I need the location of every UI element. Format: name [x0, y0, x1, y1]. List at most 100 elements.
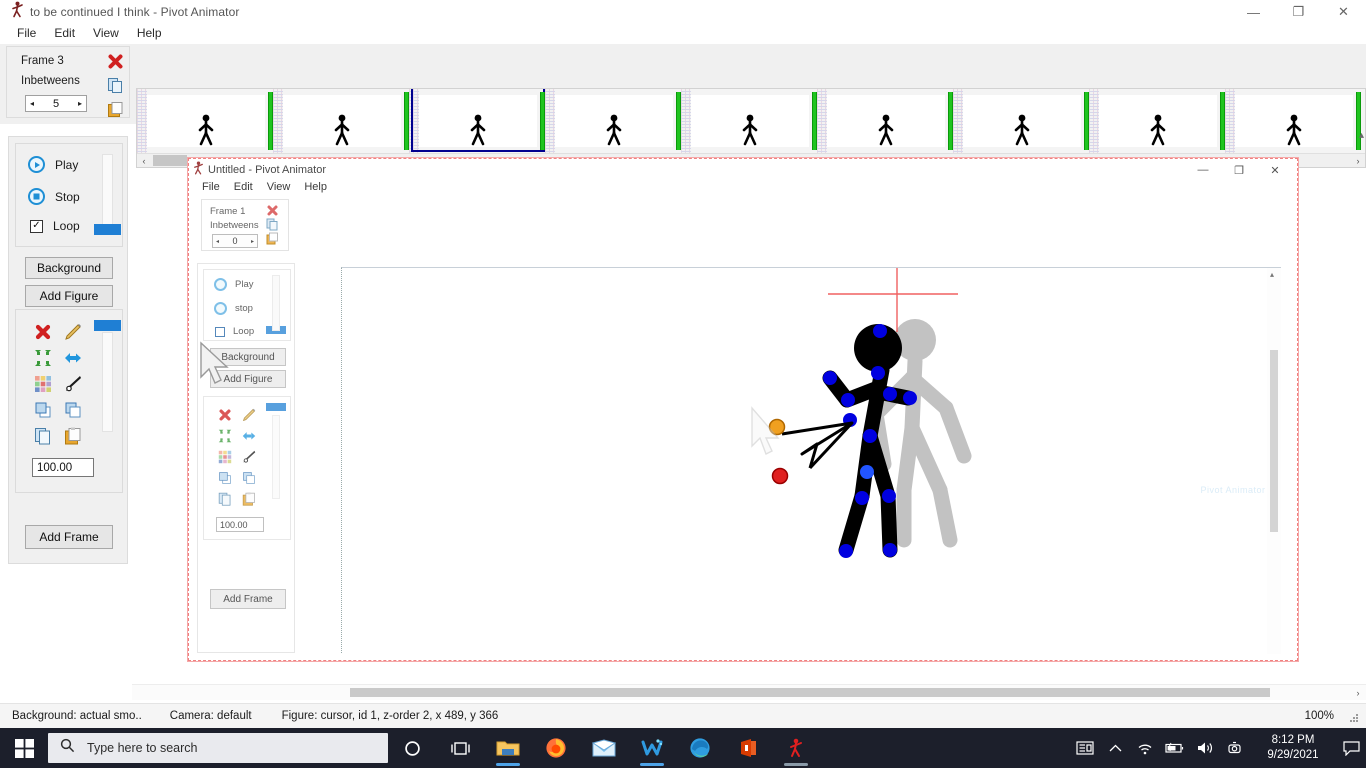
inner-edit-figure-icon[interactable]: [238, 405, 260, 425]
inner-color-figure-icon[interactable]: [214, 447, 236, 467]
filmstrip-frame-8[interactable]: [1089, 89, 1225, 155]
file-explorer-icon[interactable]: [484, 728, 532, 768]
playback-speed-knob[interactable]: [94, 224, 121, 235]
inner-menu-file[interactable]: File: [195, 181, 227, 193]
inner-playback-speed-slider[interactable]: [272, 275, 280, 331]
task-view-icon[interactable]: [436, 728, 484, 768]
menu-help[interactable]: Help: [128, 26, 171, 40]
inner-menu-edit[interactable]: Edit: [227, 181, 260, 193]
filmstrip-frame-4[interactable]: [545, 89, 681, 155]
delete-frame-icon[interactable]: [107, 53, 125, 71]
resize-figure-icon[interactable]: [30, 346, 56, 370]
news-weather-icon[interactable]: [1070, 728, 1100, 768]
inner-send-back-icon[interactable]: [238, 468, 260, 488]
delete-figure-icon[interactable]: [30, 320, 56, 344]
inner-stop-button[interactable]: stop: [214, 302, 253, 315]
inner-delete-figure-icon[interactable]: [214, 405, 236, 425]
inner-add-frame-button[interactable]: Add Frame: [210, 589, 286, 609]
resize-grip-icon[interactable]: [1348, 710, 1360, 722]
inner-resize-figure-icon[interactable]: [214, 426, 236, 446]
paste-frame-icon[interactable]: [107, 101, 125, 119]
inner-figure-scale-knob[interactable]: [266, 403, 286, 411]
inner-inbetweens-stepper[interactable]: ◂ 0 ▸: [212, 234, 258, 248]
windows-start-icon[interactable]: [0, 728, 48, 768]
filmstrip-scroll-thumb[interactable]: [153, 155, 187, 166]
inner-inbetweens-decrement[interactable]: ◂: [213, 238, 222, 245]
filmstrip-frame-3[interactable]: [409, 89, 545, 155]
filmstrip-scroll-left[interactable]: ‹: [137, 154, 151, 167]
inner-figure-scale-slider[interactable]: [272, 415, 280, 499]
notification-icon[interactable]: [1336, 728, 1366, 768]
show-hidden-icons-icon[interactable]: [1100, 728, 1130, 768]
close-button[interactable]: ✕: [1321, 0, 1366, 24]
edit-figure-icon[interactable]: [60, 320, 86, 344]
main-scroll-up[interactable]: ▴: [1359, 130, 1364, 141]
filmstrip-frame-5[interactable]: [681, 89, 817, 155]
inner-menu-help[interactable]: Help: [297, 181, 334, 193]
maximize-button[interactable]: ❐: [1276, 0, 1321, 24]
figure-scale-input[interactable]: 100.00: [32, 458, 94, 477]
main-scroll-thumb[interactable]: [350, 688, 1270, 697]
menu-edit[interactable]: Edit: [45, 26, 84, 40]
inbetweens-increment[interactable]: ▸: [74, 96, 86, 111]
filmstrip[interactable]: ‹ ›: [136, 88, 1366, 168]
battery-icon[interactable]: [1160, 728, 1190, 768]
inner-bring-front-icon[interactable]: [214, 468, 236, 488]
inner-maximize-button[interactable]: ❐: [1221, 159, 1257, 181]
canvas-scroll-up[interactable]: ▴: [1270, 270, 1274, 279]
play-button[interactable]: Play: [28, 156, 78, 173]
main-scroll-right[interactable]: ›: [1350, 685, 1366, 700]
copy-figure-icon[interactable]: [30, 424, 56, 448]
inner-inbetweens-increment[interactable]: ▸: [248, 238, 257, 245]
menu-view[interactable]: View: [84, 26, 128, 40]
figure-scale-slider[interactable]: [102, 332, 113, 432]
wifi-icon[interactable]: [1130, 728, 1160, 768]
inner-close-button[interactable]: ✕: [1257, 159, 1293, 181]
copy-frame-icon[interactable]: [107, 77, 125, 95]
add-frame-button[interactable]: Add Frame: [25, 525, 113, 549]
loop-checkbox[interactable]: ✓ Loop: [30, 219, 80, 233]
color-figure-icon[interactable]: [30, 372, 56, 396]
inner-flip-figure-icon[interactable]: [238, 426, 260, 446]
menu-file[interactable]: File: [8, 26, 45, 40]
send-back-icon[interactable]: [60, 398, 86, 422]
volume-icon[interactable]: [1190, 728, 1220, 768]
filmstrip-frame-7[interactable]: [953, 89, 1089, 155]
inner-minimize-button[interactable]: —: [1185, 159, 1221, 181]
filmstrip-frame-9[interactable]: [1225, 89, 1361, 155]
inner-menu-view[interactable]: View: [260, 181, 298, 193]
inner-play-button[interactable]: Play: [214, 278, 253, 291]
inbetweens-decrement[interactable]: ◂: [26, 96, 38, 111]
flip-figure-icon[interactable]: [60, 346, 86, 370]
edge-icon[interactable]: [676, 728, 724, 768]
inner-paste-frame-icon[interactable]: [266, 232, 279, 250]
background-button[interactable]: Background: [25, 257, 113, 279]
clock[interactable]: 8:12 PM 9/29/2021: [1250, 728, 1336, 768]
pen-tool-icon[interactable]: [60, 372, 86, 396]
filmstrip-scroll-right[interactable]: ›: [1351, 154, 1365, 167]
inner-paste-figure-icon[interactable]: [238, 489, 260, 509]
add-figure-button[interactable]: Add Figure: [25, 285, 113, 307]
filmstrip-frame-6[interactable]: [817, 89, 953, 155]
camera-icon[interactable]: [1220, 728, 1250, 768]
mail-icon[interactable]: [580, 728, 628, 768]
filmstrip-frame-2[interactable]: [273, 89, 409, 155]
canvas-vertical-scrollbar[interactable]: ▴: [1267, 268, 1281, 654]
search-input[interactable]: Type here to search: [48, 733, 388, 763]
filmstrip-frame-1[interactable]: [137, 89, 273, 155]
canvas-scroll-thumb[interactable]: [1270, 350, 1278, 532]
inner-figure-scale-input[interactable]: 100.00: [216, 517, 264, 532]
playback-speed-slider[interactable]: [102, 154, 113, 230]
office-icon[interactable]: [724, 728, 772, 768]
wondershare-icon[interactable]: [628, 728, 676, 768]
inner-copy-figure-icon[interactable]: [214, 489, 236, 509]
pivot-animator-icon[interactable]: [772, 728, 820, 768]
animation-canvas[interactable]: Pivot Animator ▴: [341, 267, 1281, 654]
inner-loop-checkbox[interactable]: Loop: [215, 326, 254, 337]
firefox-icon[interactable]: [532, 728, 580, 768]
cortana-icon[interactable]: [388, 728, 436, 768]
inner-pen-tool-icon[interactable]: [238, 447, 260, 467]
paste-figure-icon[interactable]: [60, 424, 86, 448]
figure-scale-knob[interactable]: [94, 320, 121, 331]
inbetweens-stepper[interactable]: ◂ 5 ▸: [25, 95, 87, 112]
